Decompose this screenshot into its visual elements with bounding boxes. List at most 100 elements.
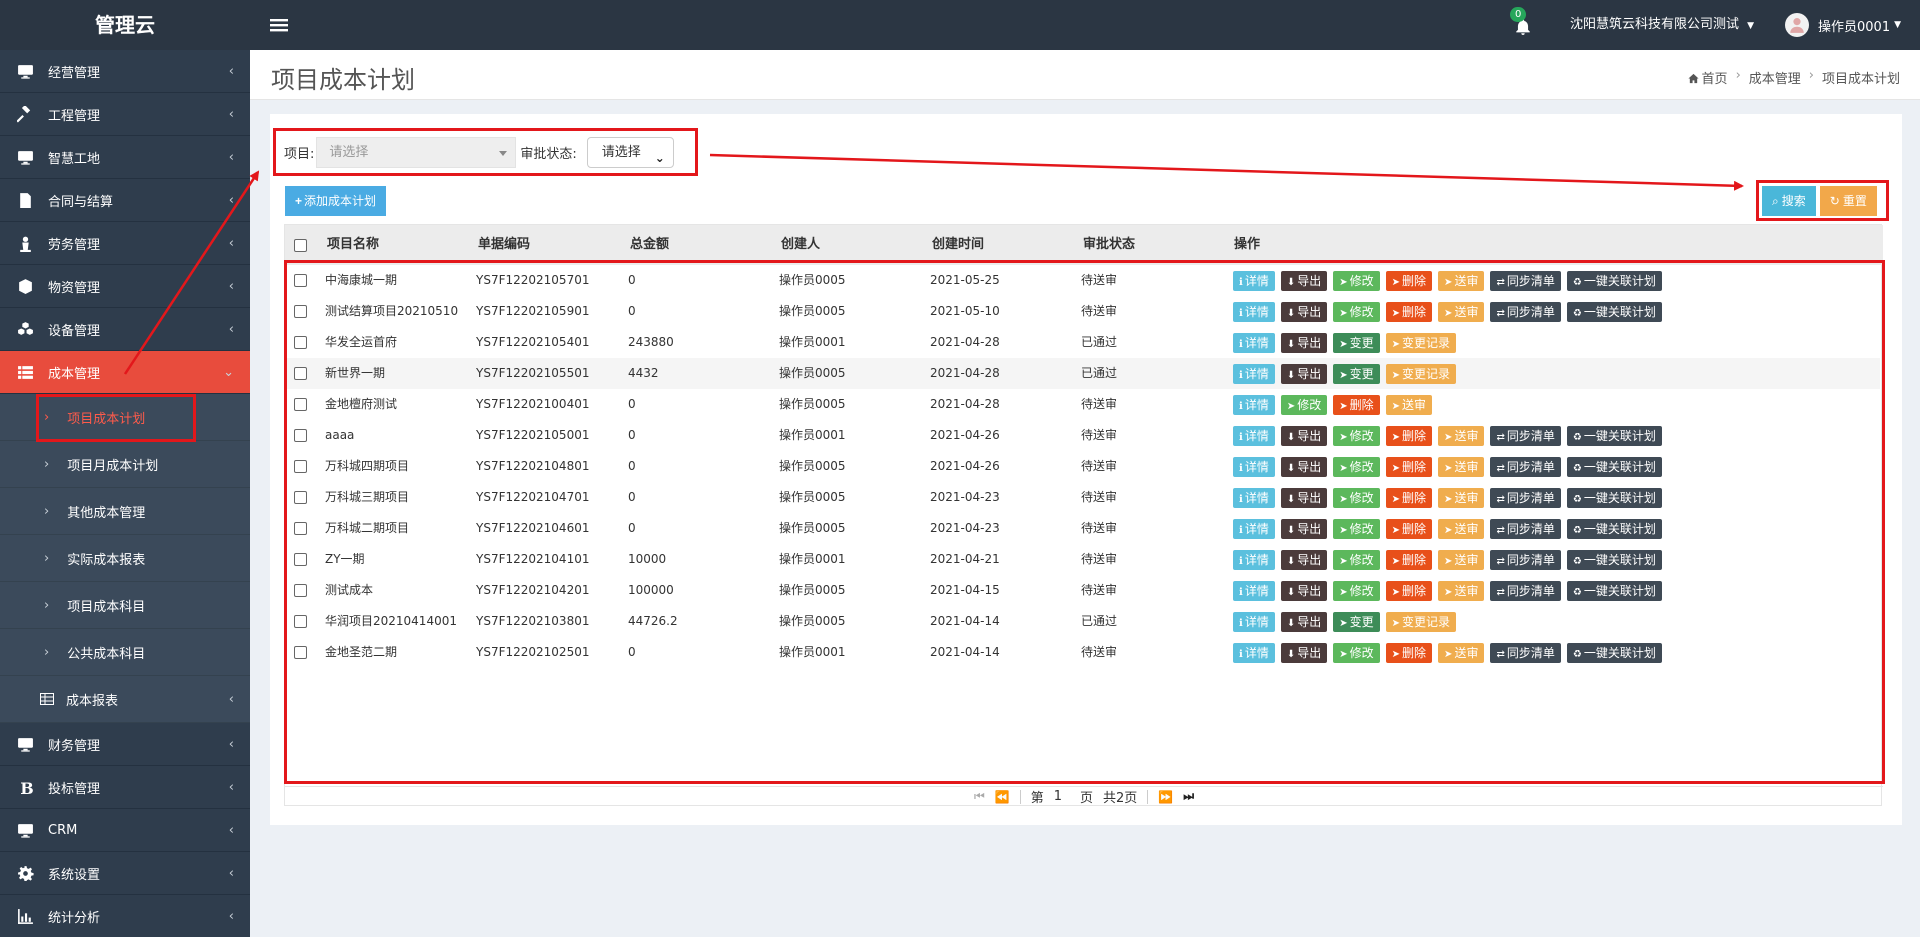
select-all-checkbox[interactable]: [294, 239, 307, 252]
sidebar-item-label: 物资管理: [48, 280, 101, 296]
page-header: 项目成本计划 首页 › 成本管理 › 项目成本计划: [250, 50, 1920, 100]
menu-toggle-icon[interactable]: [270, 16, 288, 34]
add-cost-plan-button[interactable]: + 添加成本计划: [285, 186, 387, 216]
sidebar-subitem-3[interactable]: › 实际成本报表: [0, 535, 250, 582]
sidebar-subitem-5[interactable]: › 公共成本科目: [0, 629, 250, 676]
sidebar-item-b0[interactable]: 财务管理 ‹: [0, 723, 250, 766]
top-navbar: 0 沈阳慧筑云科技有限公司测试 ▼ 操作员0001 ▼: [250, 0, 1920, 50]
sidebar-subitem-label: 公共成本科目: [67, 646, 146, 662]
prev-page-icon[interactable]: ⏪: [995, 790, 1010, 804]
next-page-icon[interactable]: ⏩: [1158, 790, 1173, 804]
current-page-input[interactable]: 1: [1054, 789, 1062, 804]
last-page-icon[interactable]: ⏭: [1183, 789, 1194, 804]
table-icon: [40, 693, 54, 705]
home-icon: [1688, 73, 1699, 84]
column-header-creator: 创建人: [781, 237, 821, 252]
project-filter-label: 项目:: [284, 146, 315, 162]
sidebar-item-2[interactable]: 智慧工地 ‹: [0, 136, 250, 179]
status-filter-label: 审批状态:: [520, 146, 577, 162]
search-actions: ⌕ 搜索 ↻ 重置: [1756, 180, 1889, 221]
sidebar-item-b3[interactable]: 系统设置 ‹: [0, 852, 250, 895]
bold-b-icon: B: [16, 778, 34, 796]
worker-icon: [16, 234, 34, 252]
content-panel: 项目: 请选择 审批状态: 请选择 ⌄ + 添加成本计划 ⌕ 搜索 ↻ 重置 项目名称…: [270, 114, 1902, 825]
table-body-highlight: [284, 260, 1885, 784]
search-button[interactable]: ⌕ 搜索: [1762, 185, 1816, 216]
user-menu[interactable]: 操作员0001 ▼: [1785, 0, 1901, 50]
cube-icon: [16, 277, 34, 295]
sidebar-item-6[interactable]: 设备管理 ‹: [0, 308, 250, 351]
breadcrumb-home[interactable]: 首页: [1688, 68, 1728, 87]
company-dropdown[interactable]: 沈阳慧筑云科技有限公司测试 ▼: [1570, 0, 1754, 51]
cubes-icon: [16, 320, 34, 338]
breadcrumb: 首页 › 成本管理 › 项目成本计划: [1688, 68, 1900, 87]
sidebar-item-5[interactable]: 物资管理 ‹: [0, 265, 250, 308]
list-icon: [16, 363, 34, 381]
pager-divider: [1019, 789, 1021, 804]
total-pages: 共2页: [1103, 791, 1138, 806]
chart-icon: [16, 907, 34, 925]
sidebar-subitem-label: 其他成本管理: [67, 505, 146, 521]
project-select[interactable]: 请选择: [316, 136, 517, 168]
status-select-value: 请选择: [601, 144, 641, 160]
sidebar-item-label: 系统设置: [48, 867, 101, 883]
sidebar-item-label: 统计分析: [48, 910, 101, 926]
chevron-left-icon: ‹: [228, 235, 234, 251]
project-select-placeholder: 请选择: [329, 144, 369, 160]
sidebar-item-0[interactable]: 经营管理 ‹: [0, 50, 250, 93]
chevron-down-icon: ⌄: [223, 364, 234, 380]
avatar: [1785, 13, 1809, 37]
company-name: 沈阳慧筑云科技有限公司测试: [1570, 17, 1740, 32]
table-header: 项目名称 单据编码 总金额 创建人 创建时间 审批状态 操作: [285, 225, 1883, 265]
sidebar-item-label: 经营管理: [48, 65, 101, 81]
column-header-code: 单据编码: [478, 237, 531, 252]
svg-text:B: B: [20, 779, 33, 796]
notification-bell[interactable]: 0: [1510, 7, 1534, 36]
sidebar-item-cost-report[interactable]: 成本报表 ‹: [0, 676, 250, 723]
sidebar-item-label: 工程管理: [48, 108, 101, 124]
caret-down-icon: ▼: [1747, 21, 1755, 31]
sidebar-subitem-label: 项目成本科目: [67, 599, 146, 615]
pager-divider: [1147, 789, 1149, 804]
column-header-status: 审批状态: [1083, 237, 1136, 252]
sidebar-item-label: 劳务管理: [48, 237, 101, 253]
sidebar-item-b4[interactable]: 统计分析 ‹: [0, 895, 250, 937]
sidebar-item-label: 投标管理: [48, 781, 101, 797]
app-logo: 管理云: [0, 0, 250, 50]
chevron-left-icon: ‹: [228, 779, 234, 795]
chevron-left-icon: ‹: [228, 149, 234, 165]
sidebar-item-b2[interactable]: CRM ‹: [0, 809, 250, 852]
sidebar-item-1[interactable]: 工程管理 ‹: [0, 93, 250, 136]
page-title: 项目成本计划: [271, 66, 415, 94]
caret-down-icon: ▼: [1894, 20, 1902, 30]
chevron-left-icon: ‹: [228, 278, 234, 294]
cost-plan-table: 项目名称 单据编码 总金额 创建人 创建时间 审批状态 操作 中海康城一期 YS7…: [284, 224, 1885, 806]
breadcrumb-cost-management[interactable]: 成本管理: [1749, 68, 1801, 87]
gavel-icon: [16, 105, 34, 123]
sidebar-item-label: 设备管理: [48, 323, 101, 339]
sidebar-subitem-4[interactable]: › 项目成本科目: [0, 582, 250, 629]
sidebar-item-7[interactable]: 成本管理 ⌄: [0, 351, 250, 394]
sidebar-highlight-box: [36, 394, 196, 442]
sidebar-subitem-2[interactable]: › 其他成本管理: [0, 488, 250, 535]
sidebar-item-3[interactable]: 合同与结算 ‹: [0, 179, 250, 222]
sidebar-item-label: 合同与结算: [48, 194, 114, 210]
sidebar-item-b1[interactable]: B 投标管理 ‹: [0, 766, 250, 809]
sidebar-item-label: 财务管理: [48, 738, 101, 754]
sidebar-subitem-label: 项目月成本计划: [67, 458, 159, 474]
reset-button[interactable]: ↻ 重置: [1819, 185, 1877, 216]
file-icon: [16, 191, 34, 209]
user-name: 操作员0001: [1818, 19, 1891, 35]
page-suffix: 页: [1080, 791, 1094, 806]
filter-bar: 项目: 请选择 审批状态: 请选择 ⌄: [273, 128, 698, 176]
column-header-actions: 操作: [1234, 237, 1261, 252]
sidebar-subitem-1[interactable]: › 项目月成本计划: [0, 441, 250, 488]
chevron-left-icon: ‹: [228, 736, 234, 752]
chevron-left-icon: ‹: [228, 321, 234, 337]
column-header-name: 项目名称: [327, 237, 380, 252]
sidebar-item-4[interactable]: 劳务管理 ‹: [0, 222, 250, 265]
sidebar-item-label: 智慧工地: [48, 151, 101, 167]
approval-status-select[interactable]: 请选择 ⌄: [586, 136, 674, 168]
monitor-icon: [16, 148, 34, 166]
first-page-icon[interactable]: ⏮: [974, 789, 985, 804]
